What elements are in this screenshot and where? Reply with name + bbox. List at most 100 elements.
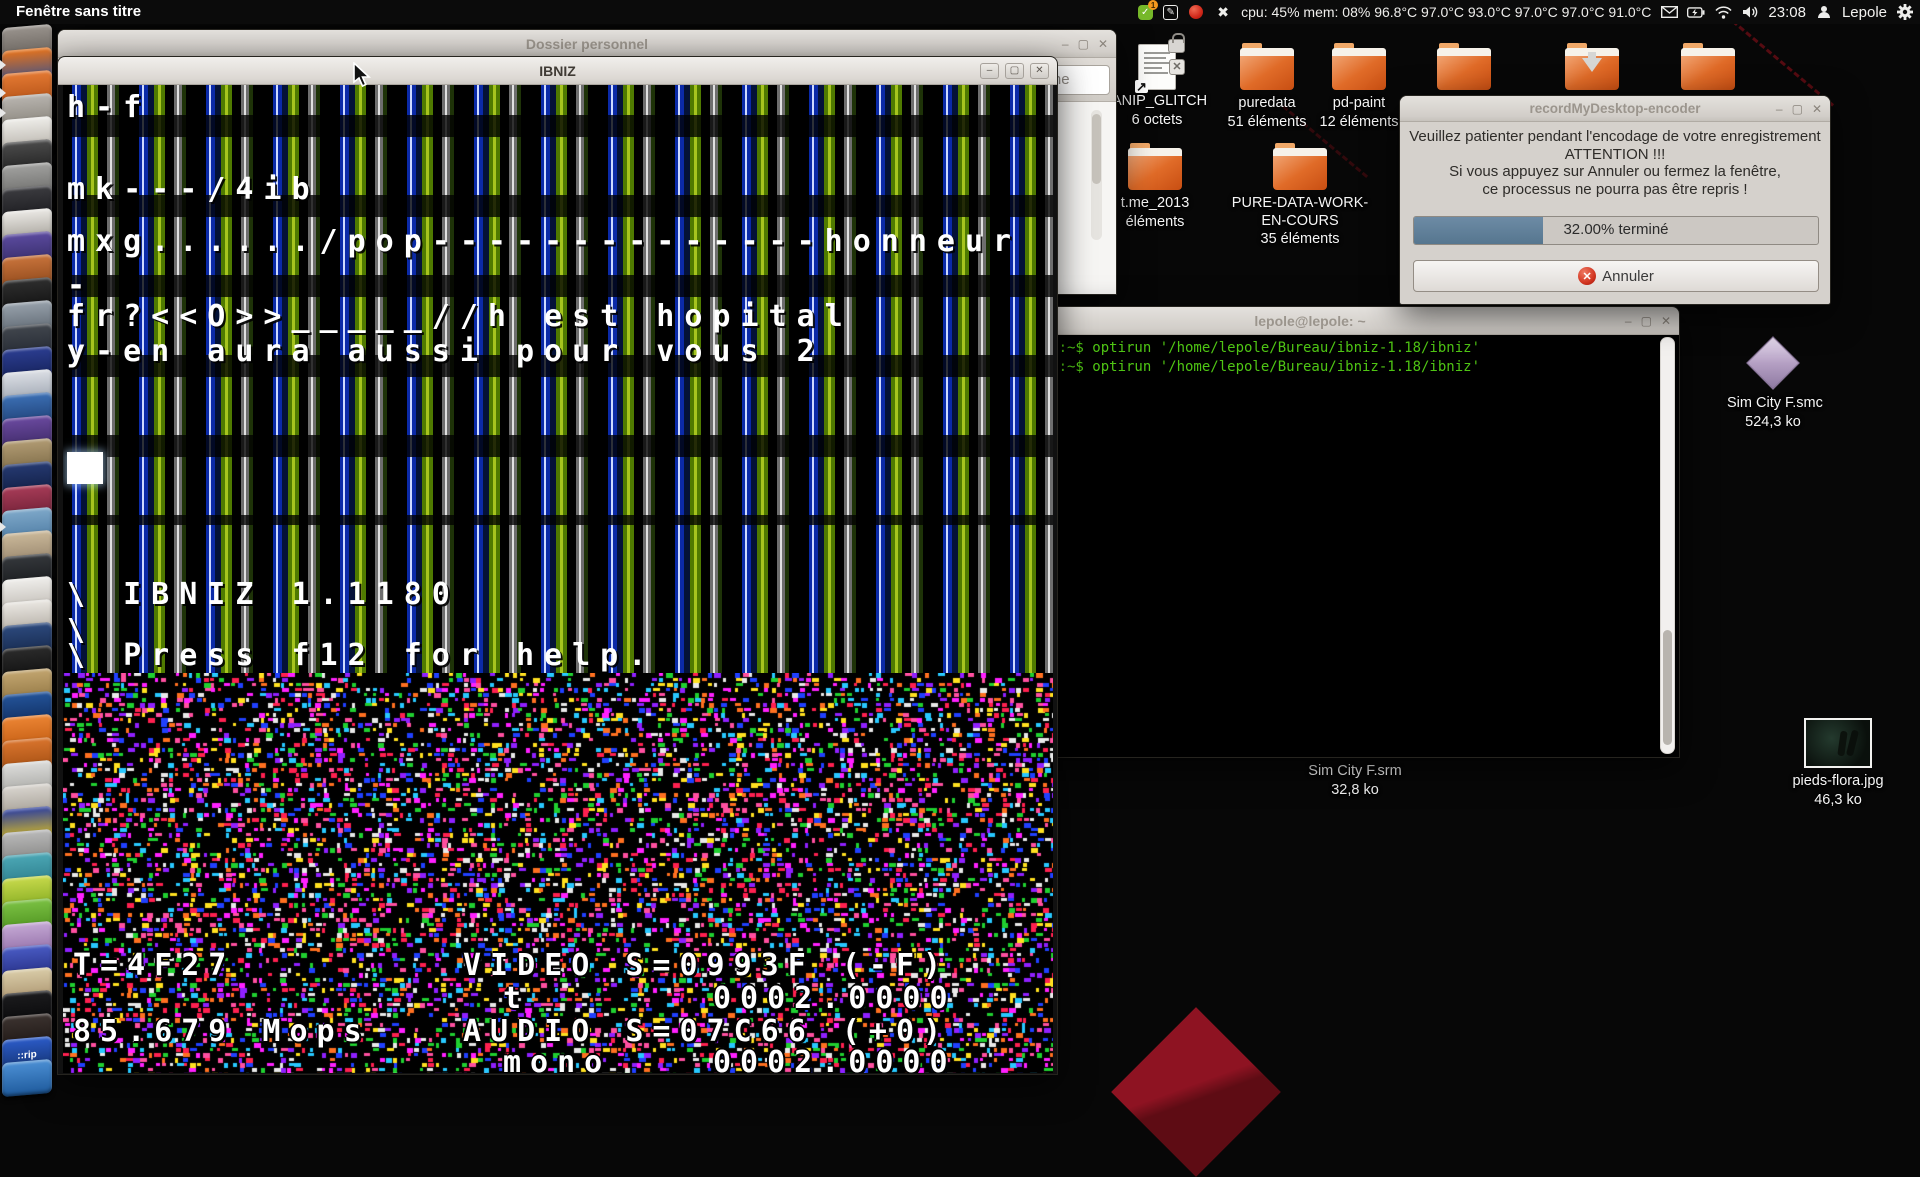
ibniz-text-line: h-f xyxy=(67,90,151,125)
lock-emblem-icon xyxy=(1168,39,1185,53)
desktop-icon-anip-glitch[interactable]: ✕ ↗ ANIP_GLITCH 6 octets xyxy=(1112,44,1202,130)
ibniz-canvas[interactable]: h-f mk---/4ib mxg....../pop-------------… xyxy=(63,85,1053,1073)
active-window-title: Fenêtre sans titre xyxy=(16,3,141,20)
folder-icon xyxy=(1437,48,1491,90)
wallpaper-red-diamond xyxy=(1111,1007,1281,1177)
file-manager-titlebar[interactable]: Dossier personnel xyxy=(58,30,1116,58)
user-icon xyxy=(1815,3,1833,21)
icon-label: t.me_2013 xyxy=(1110,194,1200,213)
mail-icon[interactable] xyxy=(1660,3,1678,21)
ibniz-stat-audio-mode: mono xyxy=(503,1045,611,1073)
folder-icon xyxy=(1681,48,1735,90)
desktop-icon-folder-6[interactable] xyxy=(1663,48,1753,94)
ibniz-stat-audio-t: 0002.0000 xyxy=(713,1045,957,1073)
folder-icon xyxy=(1240,48,1294,90)
dock: ::rip xyxy=(0,24,57,1080)
desktop-icon-sim-city-smc[interactable]: Sim City F.smc 524,3 ko xyxy=(1727,340,1819,432)
close-button[interactable]: ✕ xyxy=(1812,102,1822,116)
icon-label: pd-paint xyxy=(1314,94,1404,113)
image-thumbnail-icon xyxy=(1804,718,1872,768)
icon-label-2: EN-COURS xyxy=(1225,212,1375,230)
close-button[interactable]: ✕ xyxy=(1661,314,1671,328)
icon-sublabel: 524,3 ko xyxy=(1727,413,1819,432)
icon-label: ANIP_GLITCH xyxy=(1112,92,1202,111)
close-button[interactable]: ✕ xyxy=(1098,37,1108,51)
ibniz-stat-video: VIDEO S=0993F (-F) xyxy=(463,948,950,983)
desktop-icon-puredata[interactable]: puredata 51 éléments xyxy=(1222,48,1312,132)
desktop-icon-pd-paint[interactable]: pd-paint 12 éléments xyxy=(1314,48,1404,132)
icon-label: Sim City F.smc xyxy=(1727,394,1819,413)
mouse-cursor xyxy=(352,62,374,93)
ibniz-text-line: y-en aura aussi pour vous 2 xyxy=(67,334,825,369)
minimize-button[interactable]: ‒ xyxy=(1625,314,1632,328)
volume-icon[interactable] xyxy=(1741,3,1759,21)
user-name-text[interactable]: Lepole xyxy=(1842,4,1887,21)
cancel-button[interactable]: ✕ Annuler xyxy=(1413,260,1819,292)
ibniz-text-line: - xyxy=(67,268,95,303)
minimize-button[interactable]: ‒ xyxy=(980,63,999,79)
ibniz-titlebar[interactable]: IBNIZ xyxy=(58,57,1057,85)
maximize-button[interactable]: ▢ xyxy=(1792,102,1803,116)
encoder-message: Veuillez patienter pendant l'encodage de… xyxy=(1400,128,1830,198)
minimize-button[interactable]: ‒ xyxy=(1062,37,1069,51)
wifi-icon[interactable] xyxy=(1714,3,1732,21)
window-title: Dossier personnel xyxy=(526,36,648,52)
window-title: recordMyDesktop-encoder xyxy=(1529,101,1700,116)
ibniz-window: IBNIZ ‒ ▢ ✕ h-f mk---/4ib mxg....../pop-… xyxy=(57,56,1058,1075)
encoder-dialog: recordMyDesktop-encoder ‒ ▢ ✕ Veuillez p… xyxy=(1399,95,1831,305)
link-emblem-icon: ↗ xyxy=(1135,80,1148,93)
maximize-button[interactable]: ▢ xyxy=(1078,37,1089,51)
ibniz-banner-help: \ Press f12 for help. xyxy=(67,638,656,673)
icon-sublabel: 32,8 ko xyxy=(1305,781,1405,800)
folder-icon xyxy=(1128,148,1182,190)
icon-label: puredata xyxy=(1222,94,1312,113)
desktop-icon-folder-download[interactable] xyxy=(1547,48,1637,94)
close-button[interactable]: ✕ xyxy=(1030,63,1049,79)
system-stats-text: cpu: 45% mem: 08% 96.8°C 97.0°C 93.0°C 9… xyxy=(1241,4,1651,20)
folder-icon xyxy=(1273,148,1327,190)
cd-robot-dock-icon[interactable] xyxy=(2,1059,52,1097)
desktop-icon-pure-data-work[interactable]: PURE-DATA-WORK- EN-COURS 35 éléments xyxy=(1225,148,1375,248)
ibniz-text-line: mxg....../pop--------------honneur xyxy=(67,224,1021,259)
icon-label: PURE-DATA-WORK- xyxy=(1225,194,1375,212)
updates-indicator-icon[interactable]: ✓1 xyxy=(1136,3,1154,21)
battery-icon[interactable] xyxy=(1687,3,1705,21)
clock-text[interactable]: 23:08 xyxy=(1768,4,1806,21)
desktop-icon-t-me-2013[interactable]: t.me_2013 éléments xyxy=(1110,148,1200,232)
folder-icon xyxy=(1332,48,1386,90)
pinwheel-indicator-icon[interactable]: ✖ xyxy=(1214,3,1232,21)
scrollbar[interactable] xyxy=(1091,110,1102,240)
rom-file-icon xyxy=(1746,336,1800,390)
icon-sublabel: 6 octets xyxy=(1112,111,1202,130)
ibniz-stat-mops: 85.679 Mops xyxy=(73,1014,371,1049)
desktop-icon-folder-4[interactable] xyxy=(1419,48,1509,94)
record-indicator-icon[interactable] xyxy=(1187,3,1205,21)
icon-sublabel: éléments xyxy=(1110,213,1200,232)
maximize-button[interactable]: ▢ xyxy=(1005,63,1024,79)
desktop-icon-pieds-flora[interactable]: pieds-flora.jpg 46,3 ko xyxy=(1783,718,1893,810)
icon-sublabel: 12 éléments xyxy=(1314,113,1404,132)
gear-icon[interactable] xyxy=(1896,3,1914,21)
icon-sublabel: 46,3 ko xyxy=(1783,791,1893,810)
ibniz-banner-version: \ IBNIZ 1.1180 xyxy=(67,577,460,612)
desktop-icon-sim-city-srm[interactable]: Sim City F.srm 32,8 ko xyxy=(1305,762,1405,800)
ibniz-text-line: fr?<<O>>_____//h est hopital xyxy=(67,299,853,334)
icon-label: pieds-flora.jpg xyxy=(1783,772,1893,791)
encoder-titlebar[interactable]: recordMyDesktop-encoder xyxy=(1400,96,1830,122)
ibniz-stat-audio: AUDIO S=07C66 (+0) xyxy=(463,1014,950,1049)
progress-label: 32.00% terminé xyxy=(1414,221,1818,238)
top-panel: Fenêtre sans titre ✓1 ✎ ✖ cpu: 45% mem: … xyxy=(0,0,1920,24)
scrollbar[interactable] xyxy=(1660,337,1675,754)
window-title: lepole@lepole: ~ xyxy=(1254,313,1365,329)
cancel-x-icon: ✕ xyxy=(1578,267,1596,285)
ibniz-stat-video-t-label: t xyxy=(503,981,530,1016)
icon-sublabel: 51 éléments xyxy=(1222,113,1312,132)
ibniz-cursor-block xyxy=(67,452,103,484)
running-indicator-icon xyxy=(0,522,6,532)
ibniz-stat-time: T=4F27 xyxy=(73,948,235,983)
running-indicator-icon xyxy=(0,60,6,70)
maximize-button[interactable]: ▢ xyxy=(1641,314,1652,328)
minimize-button[interactable]: ‒ xyxy=(1776,102,1783,116)
ibniz-text-line: mk---/4ib xyxy=(67,172,320,207)
edit-indicator-icon[interactable]: ✎ xyxy=(1163,5,1178,20)
